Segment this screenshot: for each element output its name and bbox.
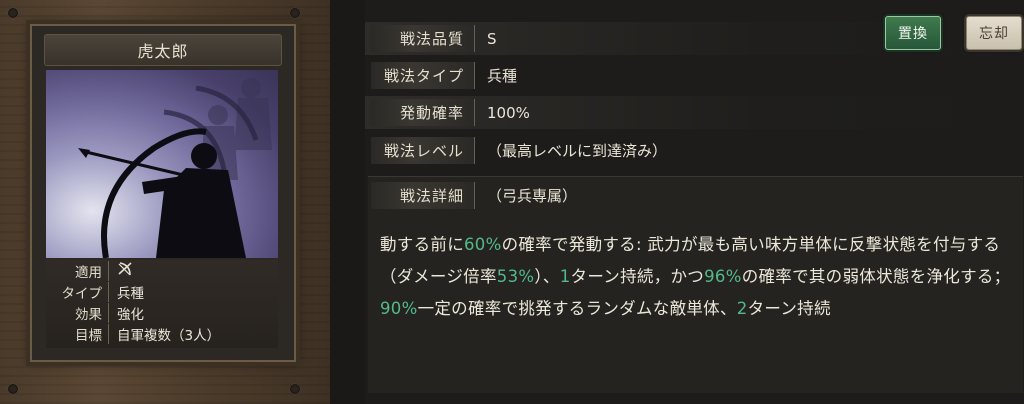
type-value: 兵種: [487, 67, 518, 85]
description-box: 戦法詳細 （弓兵専属） 動する前に60%の確率で発動する: 武力が最も高い味方単…: [368, 176, 1023, 393]
card-name: 虎太郎: [44, 34, 282, 66]
forget-button[interactable]: 忘却: [966, 16, 1022, 50]
highlight-value: 2: [736, 299, 748, 318]
rivet: [290, 384, 300, 394]
highlight-value: 60%: [464, 235, 502, 254]
description-text: 動する前に60%の確率で発動する: 武力が最も高い味方単体に反撃状態を付与する（…: [380, 229, 1020, 325]
description-segment: ）、: [534, 267, 560, 286]
highlight-value: 53%: [496, 267, 535, 286]
detail-value: （弓兵専属）: [487, 187, 578, 205]
archer-portrait: [46, 70, 278, 258]
tactic-detail-panel: 戦法品質 S 戦法タイプ 兵種 発動確率 100% 戦法レベル （最高レベルに到…: [365, 0, 1024, 404]
detail-label: 戦法詳細: [371, 182, 475, 209]
description-segment: 一定の確率で挑発するランダムな敵単体、: [417, 299, 737, 318]
level-value: （最高レベルに到達済み）: [487, 142, 668, 160]
info-key: 効果: [46, 302, 109, 323]
crossed-bow-icon: [109, 261, 133, 281]
archer-silhouette-image: [78, 78, 272, 258]
description-segment: ターン持続: [747, 299, 831, 318]
description-segment: の確率で其の弱体状態を浄化する；: [741, 267, 1011, 286]
info-row-effect: 効果 強化: [46, 302, 278, 323]
info-key: 目標: [46, 323, 109, 344]
tactic-card: 虎太郎 適用 タイプ 兵種 効果 強化 目標 自軍複数（3人）: [30, 24, 296, 362]
attr-row-rate: 発動確率 100%: [365, 96, 1024, 129]
rivet: [8, 384, 18, 394]
rivet: [290, 8, 300, 18]
rate-label: 発動確率: [371, 99, 475, 126]
description-segment: ターン持続，かつ: [570, 267, 705, 286]
attr-row-detail: 戦法詳細 （弓兵専属）: [365, 179, 1024, 212]
replace-button[interactable]: 置換: [885, 16, 941, 50]
highlight-value: 96%: [704, 267, 742, 286]
info-value: 強化: [117, 306, 144, 323]
attr-row-type: 戦法タイプ 兵種: [365, 59, 1024, 92]
type-label: 戦法タイプ: [371, 62, 475, 89]
info-row-apply: 適用: [46, 260, 278, 281]
card-info-table: 適用 タイプ 兵種 効果 強化 目標 自軍複数（3人）: [46, 260, 278, 348]
level-label: 戦法レベル: [371, 137, 475, 164]
info-key: タイプ: [46, 281, 109, 302]
highlight-value: 1: [559, 267, 571, 286]
rate-value: 100%: [487, 103, 530, 122]
description-segment: 動する前に: [380, 235, 464, 254]
highlight-value: 90%: [380, 299, 418, 318]
quality-label: 戦法品質: [371, 25, 475, 52]
info-row-type: タイプ 兵種: [46, 281, 278, 302]
attr-row-level: 戦法レベル （最高レベルに到達済み）: [365, 134, 1024, 167]
info-key: 適用: [46, 260, 109, 281]
rivet: [8, 8, 18, 18]
quality-value: S: [487, 29, 497, 48]
info-value: 自軍複数（3人）: [117, 327, 221, 344]
info-row-target: 目標 自軍複数（3人）: [46, 323, 278, 344]
info-value: 兵種: [117, 285, 144, 302]
